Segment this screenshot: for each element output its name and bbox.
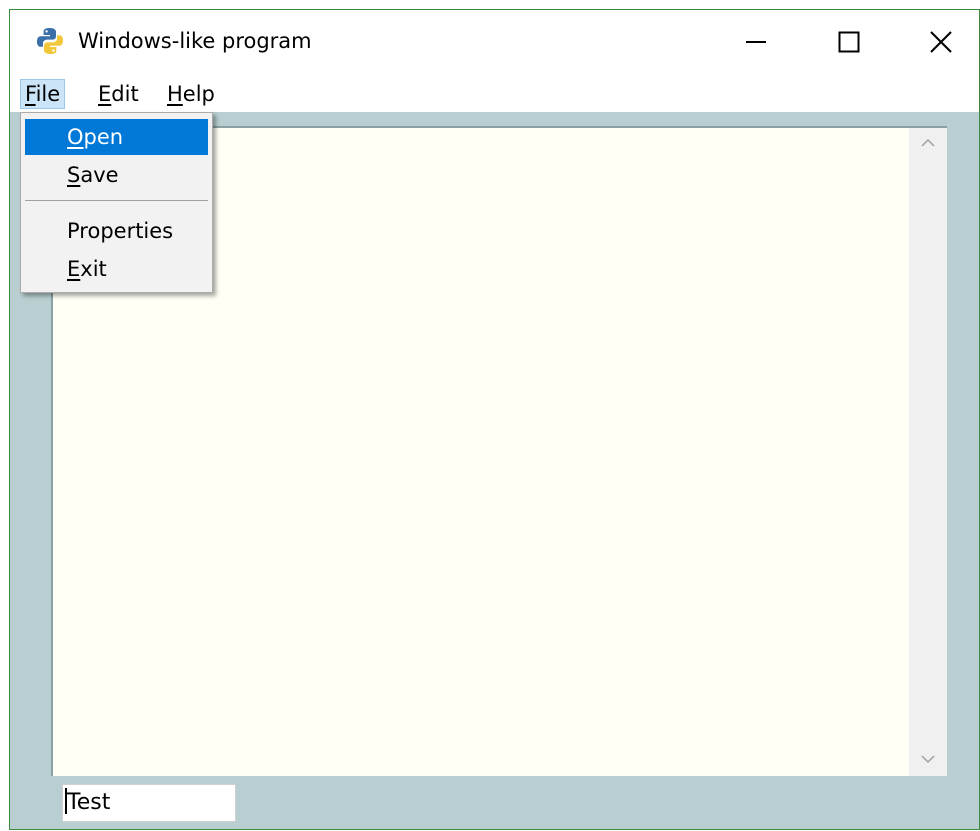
menu-file[interactable]: File [20,79,66,109]
menu-item-exit-accel: E [67,257,81,281]
maximize-button[interactable] [827,20,871,60]
status-text-field[interactable]: Test [62,784,236,822]
menu-separator [25,200,208,201]
vertical-scrollbar[interactable] [909,128,947,776]
menu-help-accel: H [167,82,183,106]
close-icon [930,31,952,53]
menu-item-properties-label: Properties [67,219,174,243]
menu-bar: File Edit Help [10,76,979,112]
menu-edit[interactable]: Edit [94,79,143,109]
status-text-value: Test [67,790,111,815]
menu-edit-label: dit [111,82,139,106]
scroll-down-icon[interactable] [919,752,937,766]
menu-file-accel: F [25,82,36,106]
menu-help-label: elp [182,82,215,106]
menu-item-exit-label: xit [80,257,107,281]
close-button[interactable] [919,20,963,60]
menu-item-exit[interactable]: Exit [25,251,208,287]
scroll-up-icon[interactable] [919,136,937,150]
title-bar[interactable]: Windows-like program [10,10,979,76]
minimize-button[interactable] [734,20,778,60]
python-logo-icon [37,28,63,54]
menu-file-label: ile [35,82,61,106]
menu-item-open[interactable]: Open [25,119,208,155]
menu-help[interactable]: Help [163,79,219,109]
menu-item-save-accel: S [67,163,81,187]
minimize-icon [746,41,766,43]
maximize-icon [838,31,860,53]
menu-edit-accel: E [98,82,112,106]
menu-item-save[interactable]: Save [25,157,208,193]
menu-item-save-label: ave [80,163,119,187]
menu-item-open-accel: O [67,125,84,149]
window-title: Windows-like program [78,29,312,53]
menu-item-properties[interactable]: Properties [25,213,208,249]
file-menu-dropdown: Open Save Properties Exit [20,112,213,293]
menu-item-open-label: pen [83,125,124,149]
